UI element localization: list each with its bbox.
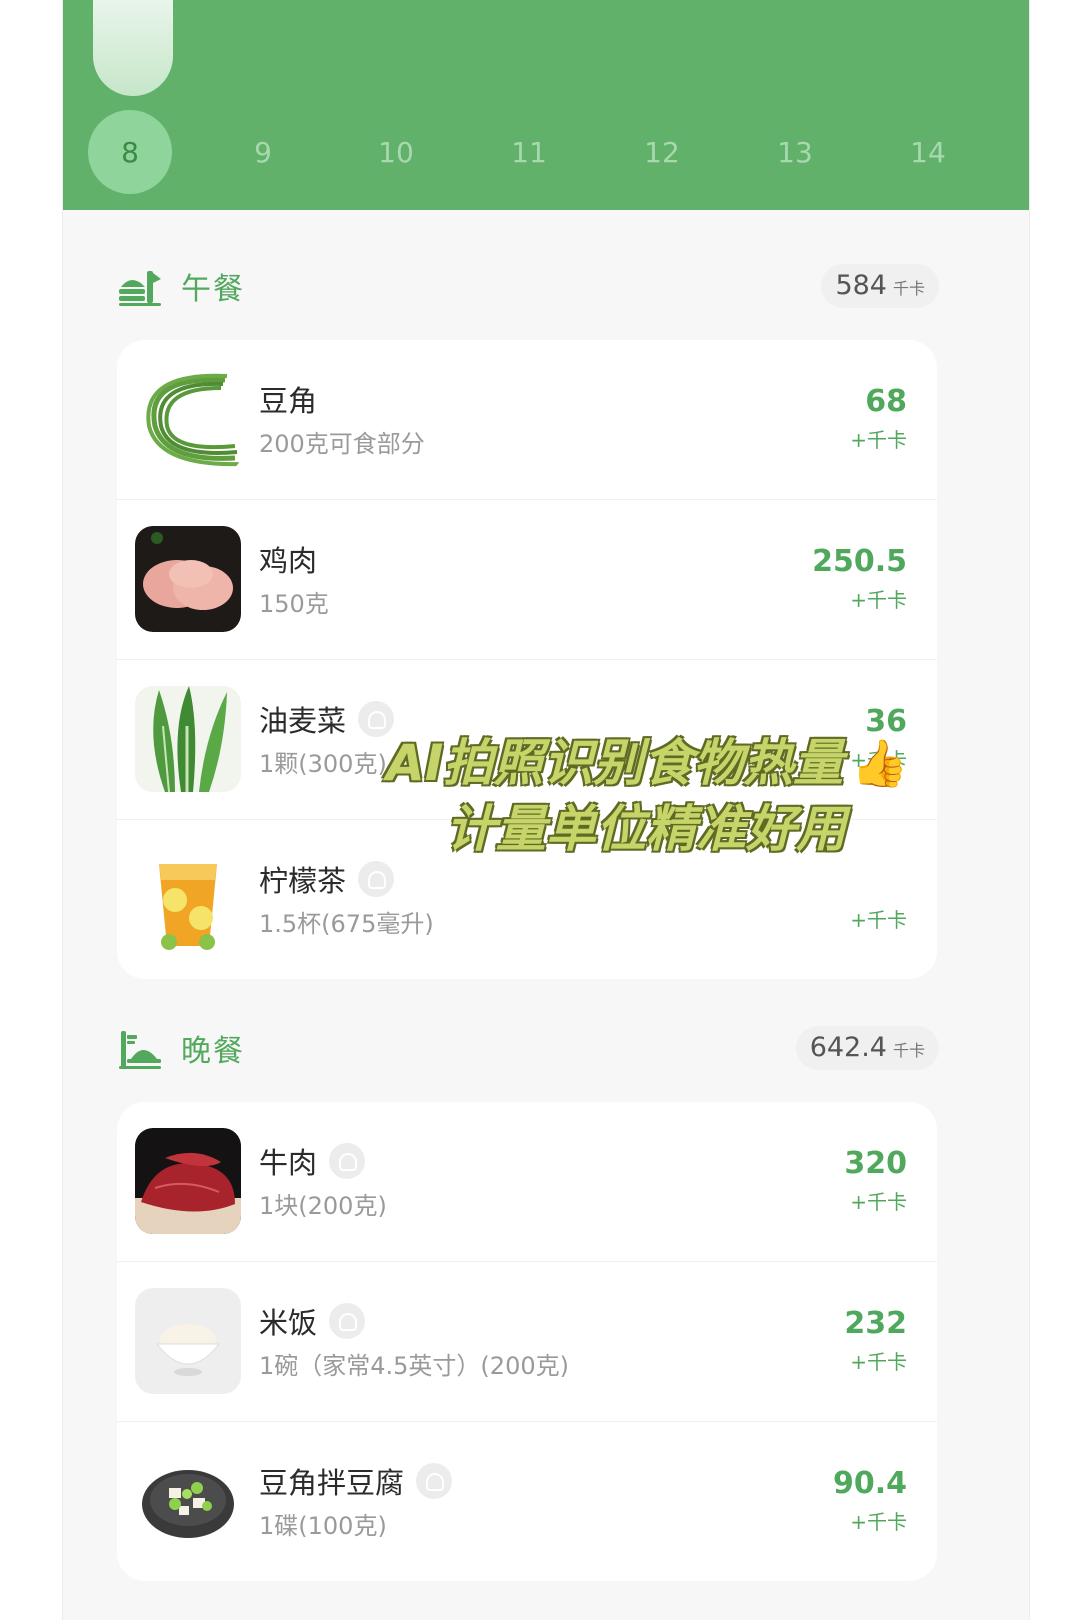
food-row[interactable]: 豆角拌豆腐 1碟(100克) 90.4 +千卡 [117,1422,937,1581]
food-amount: 1颗(300克) [259,750,387,778]
lunch-total: 584 [835,270,887,301]
food-kcal: 250.5 [812,544,907,579]
dinner-card: 牛肉 1块(200克) 320 +千卡 米饭 1碗（家常4.5英寸）(200克)… [117,1102,937,1581]
food-kcal: 90.4 [832,1466,907,1501]
chicken-breast-photo-icon [135,526,241,632]
promo-line-1: AI拍照识别食物热量 [386,734,844,792]
day-11[interactable]: 11 [487,110,571,194]
food-amount: 1块(200克) [259,1192,387,1220]
food-name: 油麦菜 [259,698,395,740]
food-amount: 200克可食部分 [259,430,425,458]
food-amount: 150克 [259,590,329,618]
dinner-table-icon [119,1031,161,1069]
food-row[interactable]: 牛肉 1块(200克) 320 +千卡 [117,1102,937,1262]
dinner-total-badge: 642.4 千卡 [795,1026,939,1070]
edit-badge-icon[interactable] [329,1143,366,1179]
edit-badge-icon[interactable] [358,861,395,897]
food-row[interactable]: 鸡肉 150克 250.5 +千卡 [117,500,937,660]
food-name: 柠檬茶 [259,858,395,900]
day-8[interactable]: 8 [88,110,172,194]
food-kcal: 320 [844,1146,907,1181]
day-9[interactable]: 9 [221,110,305,194]
promo-caption: AI拍照识别食物热量 👍 计量单位精准好用 [386,730,986,862]
food-name: 米饭 [259,1300,366,1342]
day-14[interactable]: 14 [886,110,970,194]
beef-photo-icon [135,1128,241,1234]
edit-badge-icon[interactable] [416,1463,453,1499]
food-kcal-unit: +千卡 [850,588,907,612]
dinner-total-unit: 千卡 [892,1041,925,1060]
food-kcal-unit: +千卡 [850,1350,907,1374]
food-name: 豆角拌豆腐 [259,1460,453,1502]
lunch-title: 午餐 [181,272,245,307]
dinner-title: 晚餐 [181,1034,245,1069]
day-strip: 8 9 10 11 12 13 14 [63,110,1029,194]
lunch-card: 豆角 200克可食部分 68 +千卡 鸡肉 150克 250.5 +千卡 油麦菜… [117,340,937,979]
food-amount: 1碟(100克) [259,1512,387,1540]
dinner-header[interactable]: 晚餐 642.4 千卡 [117,1018,939,1078]
beans-tofu-photo-icon [135,1448,241,1554]
lunch-total-badge: 584 千卡 [821,264,939,308]
food-kcal: 232 [844,1306,907,1341]
food-kcal-unit: +千卡 [850,1190,907,1214]
lunch-total-unit: 千卡 [892,279,925,298]
promo-line-2: 计量单位精准好用 [446,800,846,858]
food-row[interactable]: 米饭 1碗（家常4.5英寸）(200克) 232 +千卡 [117,1262,937,1422]
food-kcal-unit: +千卡 [850,908,907,932]
calendar-header: 8 9 10 11 12 13 14 [63,0,1029,210]
food-row[interactable]: 豆角 200克可食部分 68 +千卡 [117,340,937,500]
day-12[interactable]: 12 [620,110,704,194]
day-13[interactable]: 13 [753,110,837,194]
food-kcal-unit: +千卡 [850,428,907,452]
day-10[interactable]: 10 [354,110,438,194]
food-amount: 1.5杯(675毫升) [259,910,434,938]
food-amount: 1碗（家常4.5英寸）(200克) [259,1352,569,1380]
food-kcal-unit: +千卡 [850,1510,907,1534]
food-name: 鸡肉 [259,544,318,578]
rice-bowl-photo-icon [135,1288,241,1394]
food-name: 豆角 [259,384,318,418]
edit-badge-icon[interactable] [329,1303,366,1339]
lunch-tray-icon [119,271,161,306]
lemon-tea-photo-icon [135,846,241,952]
food-name: 牛肉 [259,1140,366,1182]
food-kcal: 68 [865,384,907,419]
long-beans-photo-icon [135,366,241,472]
lettuce-photo-icon [135,686,241,792]
week-toggle-handle[interactable] [93,0,173,96]
thumbs-up-icon: 👍 [851,736,909,790]
lunch-header[interactable]: 午餐 584 千卡 [117,256,939,316]
dinner-total: 642.4 [809,1032,887,1063]
